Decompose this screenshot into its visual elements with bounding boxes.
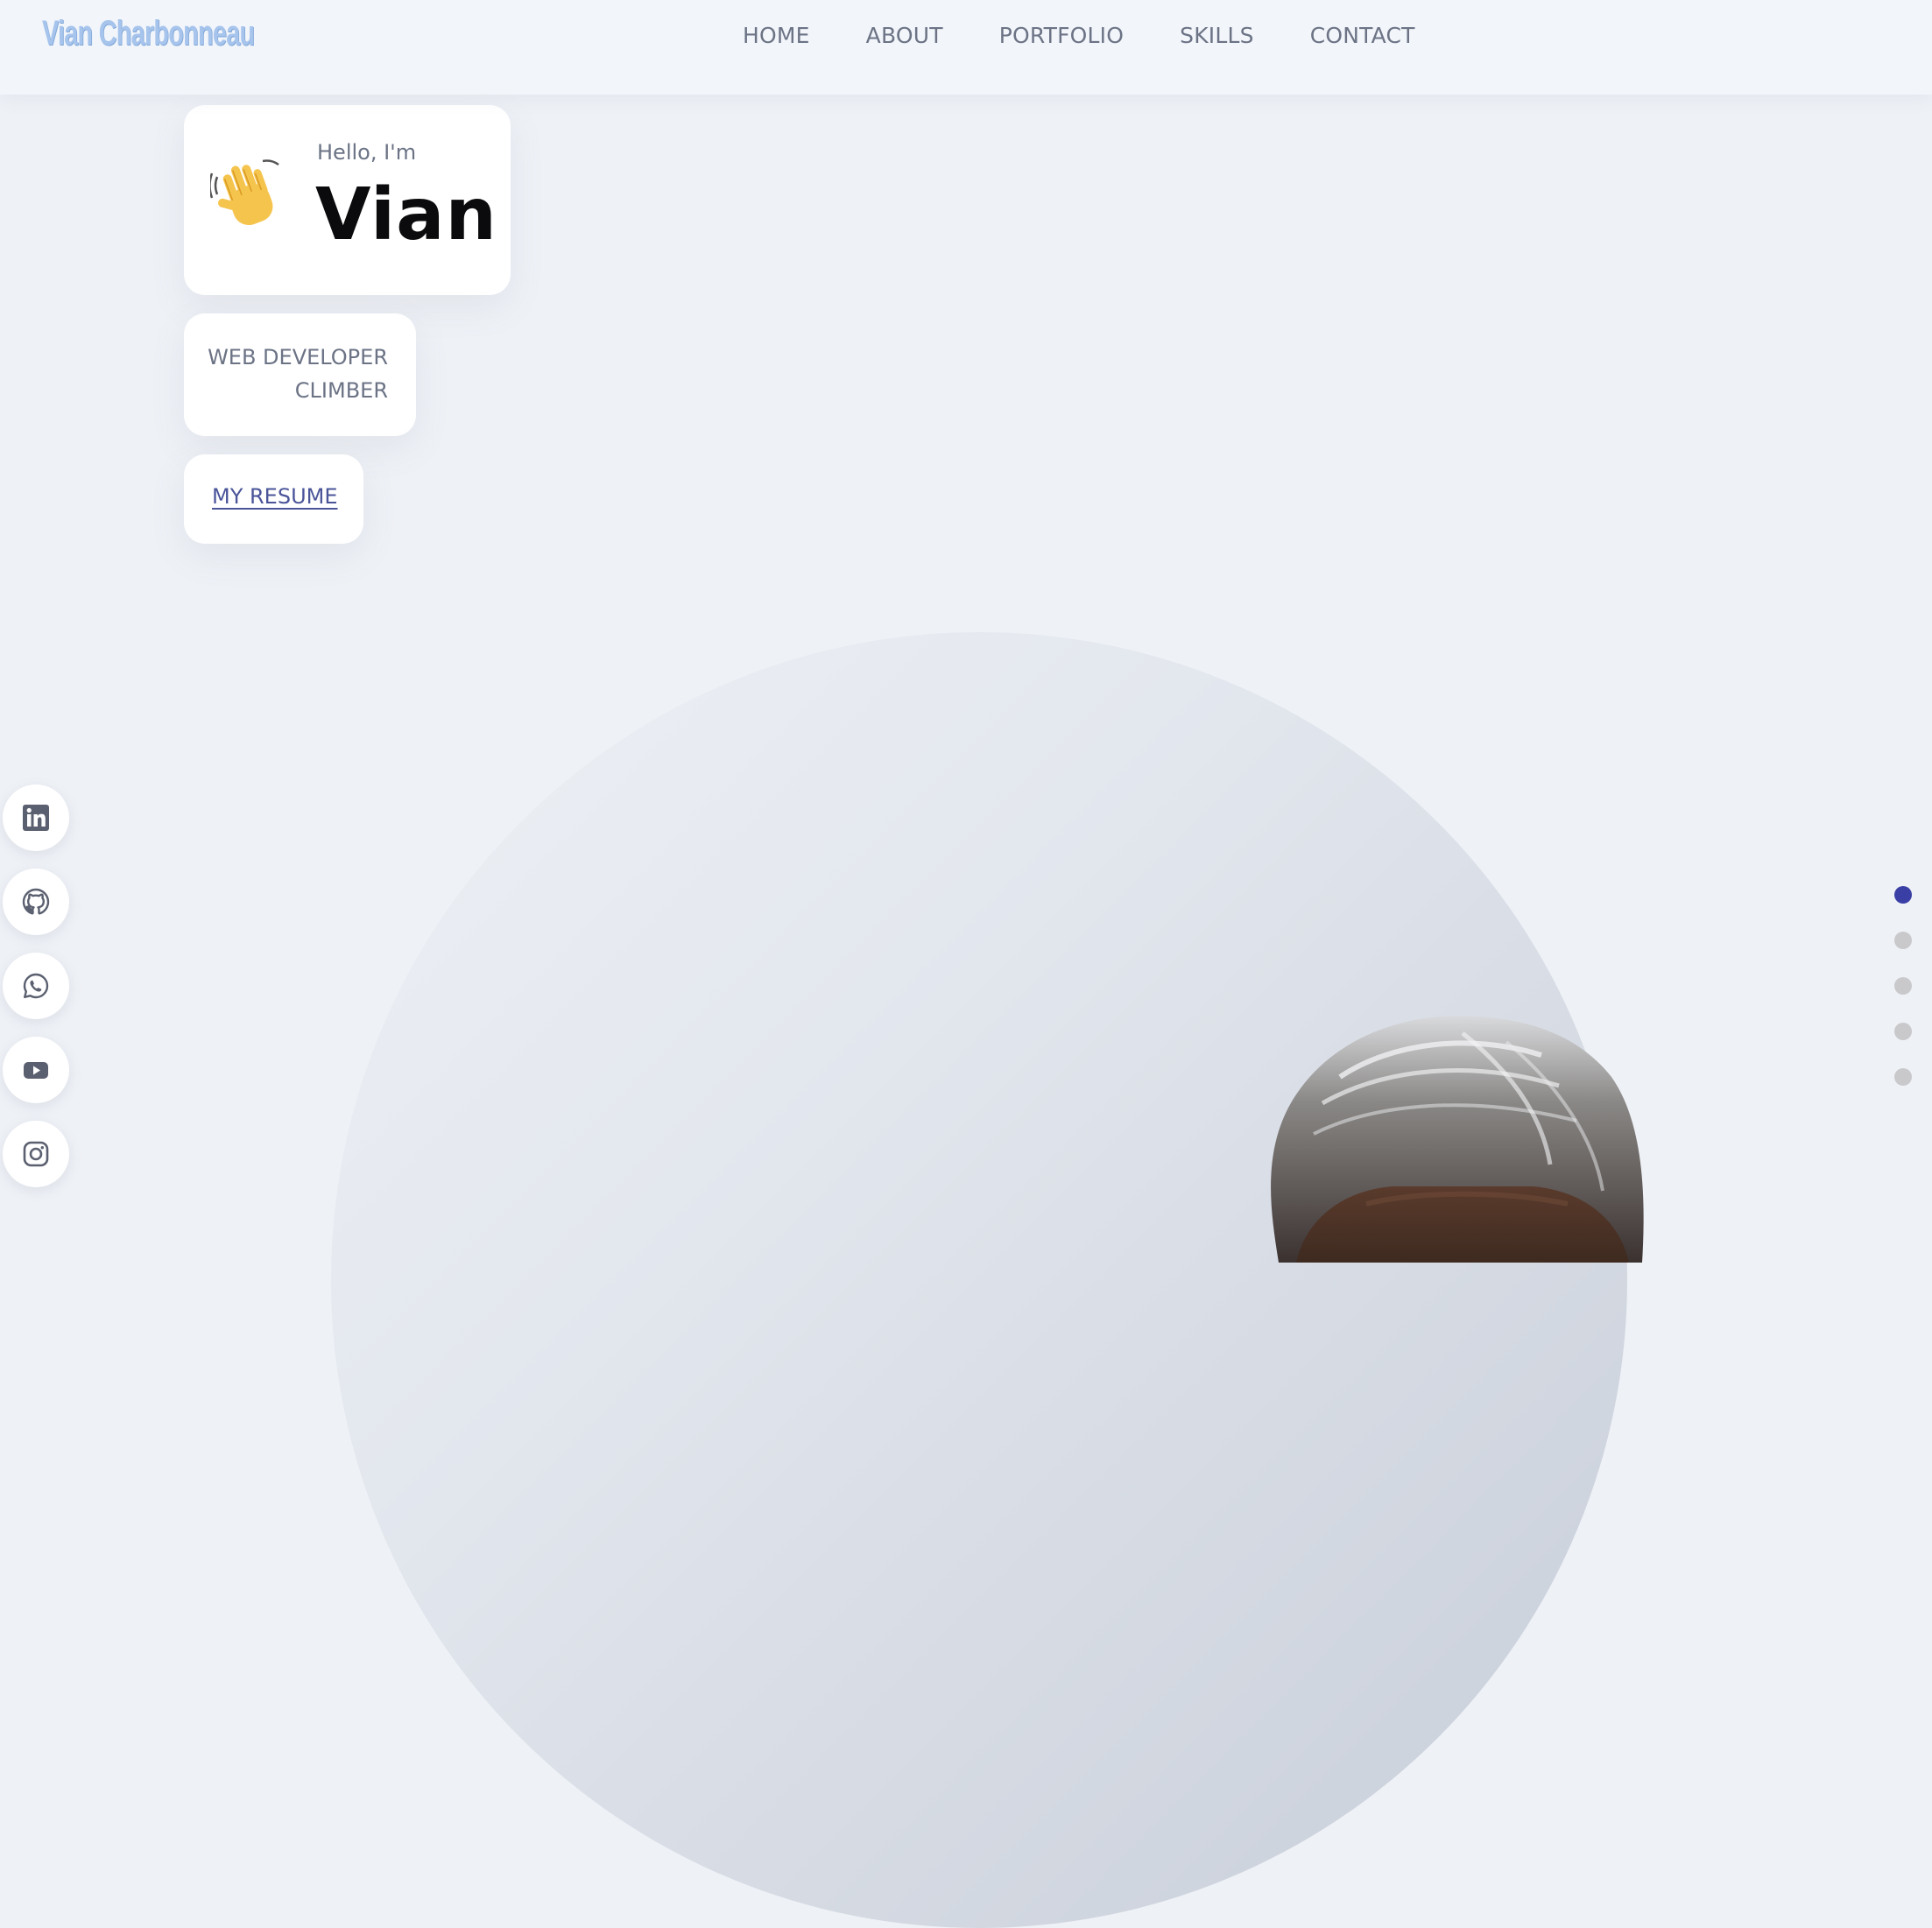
top-navbar: Vian Charbonneau HOME ABOUT PORTFOLIO SK… [0, 0, 1932, 95]
resume-card: MY RESUME [184, 454, 363, 544]
social-sidebar [3, 785, 69, 1205]
nav-about[interactable]: ABOUT [866, 23, 943, 48]
role-climber: CLIMBER [294, 378, 388, 403]
section-dot-4[interactable] [1894, 1023, 1912, 1040]
nav-contact[interactable]: CONTACT [1310, 23, 1415, 48]
nav-skills[interactable]: SKILLS [1180, 23, 1254, 48]
youtube-icon [24, 1062, 48, 1079]
hero-name: Vian [315, 173, 497, 257]
nav-portfolio[interactable]: PORTFOLIO [999, 23, 1124, 48]
whatsapp-icon [23, 973, 49, 999]
instagram-icon [23, 1141, 49, 1167]
role-web-developer: WEB DEVELOPER [208, 345, 388, 369]
site-logo[interactable]: Vian Charbonneau [42, 14, 255, 53]
whatsapp-button[interactable] [3, 953, 69, 1019]
youtube-button[interactable] [3, 1037, 69, 1103]
greeting-text: Hello, I'm [317, 140, 417, 165]
main-nav: HOME ABOUT PORTFOLIO SKILLS CONTACT [743, 23, 1471, 48]
linkedin-icon [23, 805, 49, 831]
hero-background-circle [331, 632, 1627, 1928]
instagram-button[interactable] [3, 1121, 69, 1187]
intro-card: Hello, I'm Vian [184, 105, 511, 295]
section-indicator [1894, 886, 1912, 1114]
profile-photo [1271, 1016, 1644, 1263]
nav-home[interactable]: HOME [743, 23, 810, 48]
resume-link[interactable]: MY RESUME [212, 484, 338, 509]
waving-hand-icon [210, 159, 279, 226]
linkedin-button[interactable] [3, 785, 69, 851]
section-dot-2[interactable] [1894, 932, 1912, 949]
roles-card: WEB DEVELOPER CLIMBER [184, 313, 416, 436]
github-button[interactable] [3, 869, 69, 935]
github-icon [22, 888, 50, 915]
section-dot-3[interactable] [1894, 977, 1912, 995]
section-dot-1[interactable] [1894, 886, 1912, 904]
section-dot-5[interactable] [1894, 1068, 1912, 1086]
